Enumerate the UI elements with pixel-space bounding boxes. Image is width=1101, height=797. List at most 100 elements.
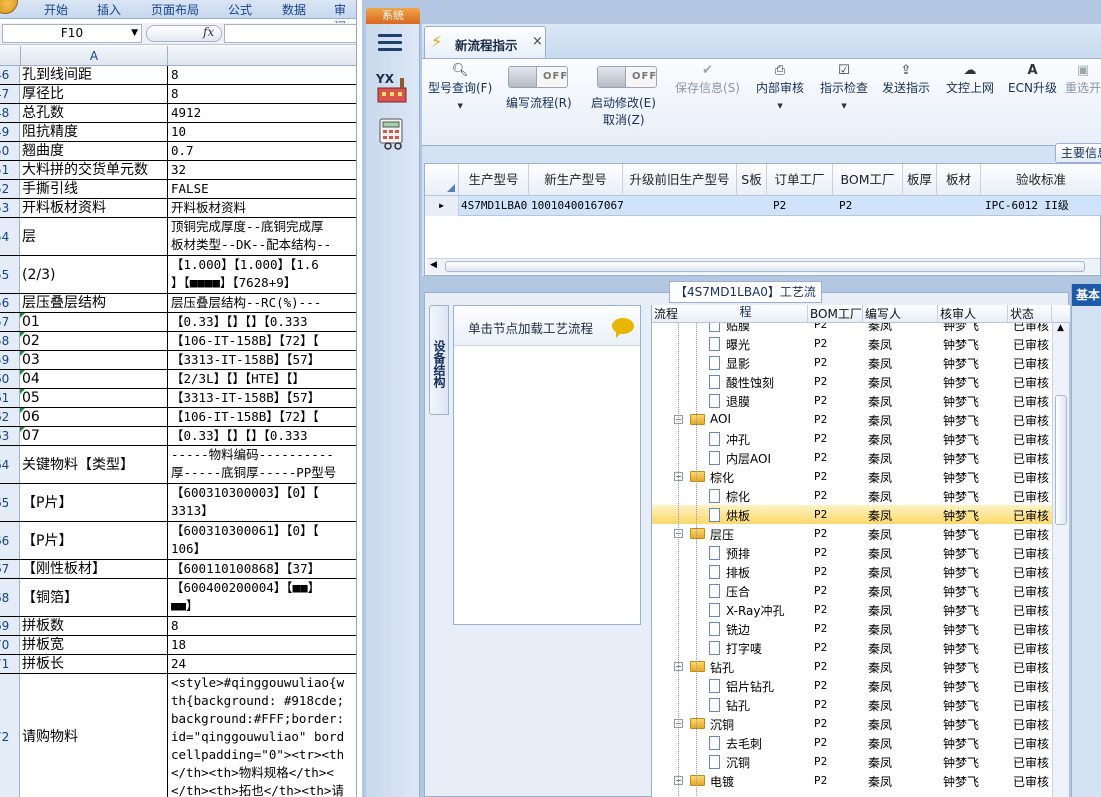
row-number[interactable]: 46 bbox=[0, 66, 20, 84]
tree-row[interactable]: 酸性蚀刻 P2 秦凤 钟梦飞 已审核 bbox=[652, 372, 1052, 391]
cell-b[interactable]: 【0.33】【】【】【0.333 bbox=[168, 313, 356, 331]
tree-row[interactable]: 贴膜 P2 秦凤 钟梦飞 已审核 bbox=[652, 323, 1052, 334]
system-tab[interactable]: 系统 bbox=[366, 8, 420, 24]
tree-row[interactable]: 曝光 P2 秦凤 钟梦飞 已审核 bbox=[652, 334, 1052, 353]
chevron-down-icon[interactable]: ▼ bbox=[820, 102, 868, 110]
table-cell[interactable] bbox=[939, 196, 981, 216]
name-box[interactable]: F10 ▼ bbox=[2, 24, 142, 43]
tree-row[interactable]: − 电镀 P2 秦凤 钟梦飞 已审核 bbox=[652, 771, 1052, 790]
cell-a[interactable]: 总孔数 bbox=[20, 104, 168, 122]
cell-b[interactable]: 32 bbox=[168, 161, 356, 179]
cell-a[interactable]: 手撕引线 bbox=[20, 180, 168, 198]
row-number[interactable]: 69 bbox=[0, 617, 20, 635]
row-number[interactable]: 49 bbox=[0, 123, 20, 141]
cell-a[interactable]: 层 bbox=[20, 218, 168, 255]
row-number[interactable]: 66 bbox=[0, 522, 20, 559]
tree-row[interactable]: X-Ray冲孔 P2 秦凤 钟梦飞 已审核 bbox=[652, 600, 1052, 619]
table-cell[interactable] bbox=[739, 196, 767, 216]
cell-a[interactable]: 厚径比 bbox=[20, 85, 168, 103]
scroll-thumb[interactable] bbox=[445, 261, 1085, 272]
cell-a[interactable]: 【P片】 bbox=[20, 484, 168, 521]
chevron-down-icon[interactable]: ▼ bbox=[131, 25, 138, 42]
tree-column-header[interactable]: 核审人 bbox=[938, 305, 1008, 323]
tree-row[interactable]: − 沉铜 P2 秦凤 钟梦飞 已审核 bbox=[652, 714, 1052, 733]
cell-b[interactable]: 【0.33】【】【】【0.333 bbox=[168, 427, 356, 445]
internal-review-button[interactable]: ⎙ 内部审核 ▼ bbox=[756, 63, 804, 110]
row-number[interactable]: 57 bbox=[0, 313, 20, 331]
cell-b[interactable]: 【600310300003】【0】【 3313】 bbox=[168, 484, 356, 521]
table-cell[interactable] bbox=[625, 196, 737, 216]
table-cell[interactable]: IPC-6012 II级 bbox=[985, 196, 1101, 216]
tree-row[interactable]: − 棕化 P2 秦凤 钟梦飞 已审核 bbox=[652, 467, 1052, 486]
tree-row[interactable]: 去毛刺 P2 秦凤 钟梦飞 已审核 bbox=[652, 733, 1052, 752]
row-number[interactable]: 61 bbox=[0, 389, 20, 407]
cell-b[interactable]: 顶铜完成厚度--底铜完成厚 板材类型--DK--配本结构-- bbox=[168, 218, 356, 255]
cell-a[interactable]: 01 bbox=[20, 313, 168, 331]
row-number[interactable]: 65 bbox=[0, 484, 20, 521]
ribbon-tab-formulas[interactable]: 公式 bbox=[228, 1, 252, 18]
cell-b[interactable]: 10 bbox=[168, 123, 356, 141]
table-row[interactable]: ▶ 4S7MD1LBA0 10010400167067 P2 P2 IPC-60… bbox=[425, 196, 1101, 216]
row-number[interactable]: 67 bbox=[0, 560, 20, 578]
menu-icon[interactable] bbox=[378, 34, 402, 52]
tree-row[interactable]: 退膜 P2 秦凤 钟梦飞 已审核 bbox=[652, 391, 1052, 410]
cell-b[interactable]: FALSE bbox=[168, 180, 356, 198]
table-cell[interactable] bbox=[905, 196, 937, 216]
table-cell[interactable]: 10010400167067 bbox=[531, 196, 625, 216]
cell-b[interactable]: 【600310300061】【0】【 106】 bbox=[168, 522, 356, 559]
column-header[interactable]: 订单工厂 bbox=[767, 164, 833, 196]
cell-b[interactable]: 【1.000】【1.000】【1.6 】【■■■■】【7628+9】 bbox=[168, 256, 356, 293]
cell-a[interactable]: 请购物料 bbox=[20, 674, 168, 797]
cell-a[interactable]: 拼板长 bbox=[20, 655, 168, 673]
cell-b[interactable]: <style>#qinggouwuliao{w th{background: #… bbox=[168, 674, 356, 797]
cell-b[interactable]: 开料板材资料 bbox=[168, 199, 356, 217]
cell-a[interactable]: 关键物料【类型】 bbox=[20, 446, 168, 483]
tab-new-flow[interactable]: ⚡ 新流程指示 × bbox=[424, 26, 546, 58]
table-cell[interactable]: P2 bbox=[839, 196, 903, 216]
reselect-button[interactable]: ▣ 重选开 bbox=[1065, 63, 1101, 96]
cell-b[interactable]: 【106-IT-158B】【72】【 bbox=[168, 332, 356, 350]
cell-a[interactable]: 开料板材资料 bbox=[20, 199, 168, 217]
tree-row[interactable]: 棕化 P2 秦凤 钟梦飞 已审核 bbox=[652, 486, 1052, 505]
tree-column-header[interactable]: BOM工厂 bbox=[808, 305, 863, 323]
cell-b[interactable]: -----物料编码---------- 厚-----底铜厚-----PP型号 bbox=[168, 446, 356, 483]
ribbon-tab-data[interactable]: 数据 bbox=[282, 1, 306, 18]
row-number[interactable]: 47 bbox=[0, 85, 20, 103]
tree-row[interactable]: 沉铜 P2 秦凤 钟梦飞 已审核 bbox=[652, 752, 1052, 771]
column-header-a[interactable]: A bbox=[20, 46, 168, 66]
row-number[interactable]: 52 bbox=[0, 180, 20, 198]
column-header[interactable]: 板厚 bbox=[903, 164, 937, 196]
tree-row[interactable]: 铝片钻孔 P2 秦凤 钟梦飞 已审核 bbox=[652, 676, 1052, 695]
tree-row[interactable]: 显影 P2 秦凤 钟梦飞 已审核 bbox=[652, 353, 1052, 372]
ribbon-tab-insert[interactable]: 插入 bbox=[97, 1, 121, 18]
cell-a[interactable]: 孔到线间距 bbox=[20, 66, 168, 84]
column-header[interactable]: 验收标准 bbox=[981, 164, 1101, 196]
edit-flow-toggle[interactable]: OFF bbox=[508, 66, 568, 88]
row-number[interactable]: 51 bbox=[0, 161, 20, 179]
row-number[interactable]: 50 bbox=[0, 142, 20, 160]
calculator-icon[interactable] bbox=[378, 118, 408, 150]
row-number[interactable]: 56 bbox=[0, 294, 20, 312]
row-number[interactable]: 48 bbox=[0, 104, 20, 122]
horizontal-scrollbar[interactable]: ◀ bbox=[427, 258, 1100, 274]
row-number[interactable]: 68 bbox=[0, 579, 20, 616]
tree-row[interactable]: − AOI P2 秦凤 钟梦飞 已审核 bbox=[652, 410, 1052, 429]
tree-row[interactable]: − 钻孔 P2 秦凤 钟梦飞 已审核 bbox=[652, 657, 1052, 676]
tree-row[interactable]: 铣边 P2 秦凤 钟梦飞 已审核 bbox=[652, 619, 1052, 638]
cell-a[interactable]: 阻抗精度 bbox=[20, 123, 168, 141]
cell-b[interactable]: 0.7 bbox=[168, 142, 356, 160]
row-number[interactable]: 63 bbox=[0, 427, 20, 445]
cell-a[interactable]: 翘曲度 bbox=[20, 142, 168, 160]
row-number[interactable]: 64 bbox=[0, 446, 20, 483]
tree-row[interactable]: 内层AOI P2 秦凤 钟梦飞 已审核 bbox=[652, 448, 1052, 467]
scroll-thumb[interactable] bbox=[1055, 395, 1067, 525]
row-number[interactable]: 62 bbox=[0, 408, 20, 426]
main-info-button[interactable]: 主要信息 bbox=[1055, 143, 1101, 163]
cell-a[interactable]: 02 bbox=[20, 332, 168, 350]
yx-factory-icon[interactable]: YX bbox=[376, 72, 408, 104]
cell-b[interactable]: 8 bbox=[168, 66, 356, 84]
doc-control-upload-button[interactable]: ☁ 文控上网 bbox=[946, 63, 994, 96]
cell-b[interactable]: 层压叠层结构--RC(%)--- bbox=[168, 294, 356, 312]
row-number[interactable]: 71 bbox=[0, 655, 20, 673]
indicate-check-button[interactable]: ☑ 指示检查 ▼ bbox=[820, 63, 868, 110]
